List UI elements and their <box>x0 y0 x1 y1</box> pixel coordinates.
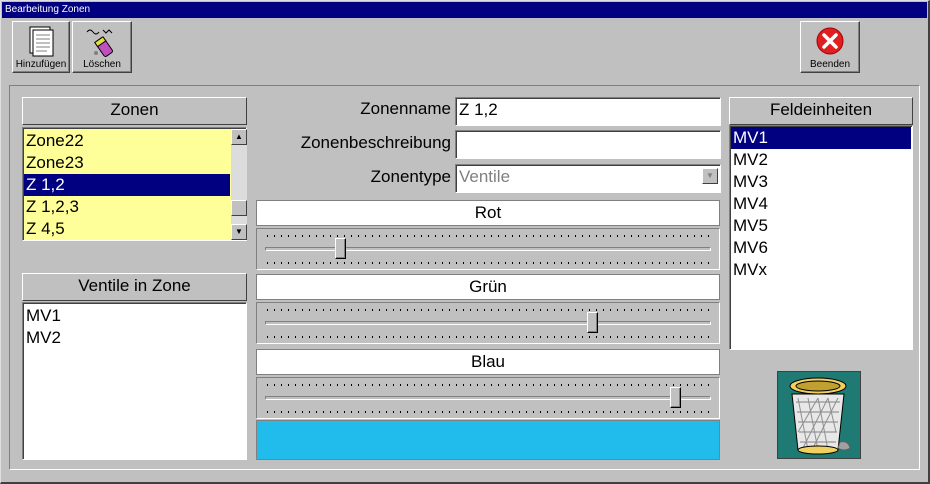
eraser-icon <box>86 29 113 57</box>
window-title: Bearbeitung Zonen <box>2 2 927 18</box>
scroll-up-arrow-icon[interactable]: ▲ <box>231 129 247 145</box>
field-units-list[interactable]: MV1 MV2 MV3 MV4 MV5 MV6 MVx <box>729 125 913 350</box>
zones-list[interactable]: Zone22 Zone23 Z 1,2 Z 1,2,3 Z 4,5 ▲ ▼ <box>22 127 247 241</box>
chevron-down-icon[interactable]: ▼ <box>702 168 718 184</box>
scroll-down-arrow-icon[interactable]: ▼ <box>231 224 247 240</box>
delete-button-label: Löschen <box>83 59 121 70</box>
slider-ticks-bottom <box>267 262 709 264</box>
slider-track <box>265 321 711 325</box>
document-icon <box>29 26 54 57</box>
zones-header: Zonen <box>22 97 247 125</box>
zone-list-item[interactable]: Zone22 <box>24 130 230 152</box>
green-label: Grün <box>256 274 720 300</box>
red-slider-thumb[interactable] <box>334 238 346 259</box>
valves-in-zone-list[interactable]: MV1 MV2 <box>22 302 247 460</box>
zone-description-input[interactable] <box>455 130 721 159</box>
field-unit-list-item[interactable]: MVx <box>731 259 911 281</box>
green-slider[interactable] <box>256 302 720 344</box>
zone-type-value: Ventile <box>459 167 511 186</box>
zone-list-item[interactable]: Z 4,5 <box>24 218 230 240</box>
slider-track <box>265 247 711 251</box>
blue-slider-thumb[interactable] <box>669 387 681 408</box>
zone-list-item[interactable]: Z 1,2,3 <box>24 196 230 218</box>
close-icon <box>816 27 844 55</box>
valves-in-zone-header: Ventile in Zone <box>22 273 247 301</box>
field-unit-list-item[interactable]: MV3 <box>731 171 911 193</box>
slider-track <box>265 396 711 400</box>
zone-name-input[interactable]: Z 1,2 <box>455 97 721 126</box>
color-preview-swatch <box>256 420 720 460</box>
field-units-header: Feldeinheiten <box>729 97 913 125</box>
red-label: Rot <box>256 200 720 226</box>
field-unit-list-item[interactable]: MV5 <box>731 215 911 237</box>
slider-ticks-top <box>267 384 709 386</box>
slider-ticks-top <box>267 309 709 311</box>
zone-name-label: Zonenname <box>360 99 451 118</box>
add-button[interactable]: Hinzufügen <box>12 21 70 73</box>
zone-type-label: Zonentype <box>370 167 451 186</box>
zones-scroll-thumb[interactable] <box>231 200 247 217</box>
green-slider-thumb[interactable] <box>586 312 598 333</box>
trash-can-icon <box>789 377 851 455</box>
field-unit-list-item[interactable]: MV6 <box>731 237 911 259</box>
field-unit-list-item[interactable]: MV2 <box>731 149 911 171</box>
quit-button-label: Beenden <box>809 59 851 70</box>
add-button-label: Hinzufügen <box>15 59 67 70</box>
valve-list-item[interactable]: MV1 <box>24 305 244 327</box>
zone-list-item[interactable]: Z 1,2 <box>24 174 230 196</box>
blue-slider[interactable] <box>256 377 720 419</box>
zone-type-select[interactable]: Ventile ▼ <box>455 164 721 193</box>
red-slider[interactable] <box>256 228 720 270</box>
zone-list-item[interactable]: Zone23 <box>24 152 230 174</box>
zone-description-label: Zonenbeschreibung <box>300 133 451 152</box>
slider-ticks-top <box>267 235 709 237</box>
field-unit-list-item[interactable]: MV1 <box>731 127 911 149</box>
trash-button[interactable] <box>777 371 861 459</box>
blue-label: Blau <box>256 349 720 375</box>
valve-list-item[interactable]: MV2 <box>24 327 244 349</box>
delete-button[interactable]: Löschen <box>72 21 132 73</box>
slider-ticks-bottom <box>267 411 709 413</box>
field-unit-list-item[interactable]: MV4 <box>731 193 911 215</box>
quit-button[interactable]: Beenden <box>800 21 860 73</box>
zones-scrollbar[interactable]: ▲ ▼ <box>231 129 247 240</box>
slider-ticks-bottom <box>267 336 709 338</box>
